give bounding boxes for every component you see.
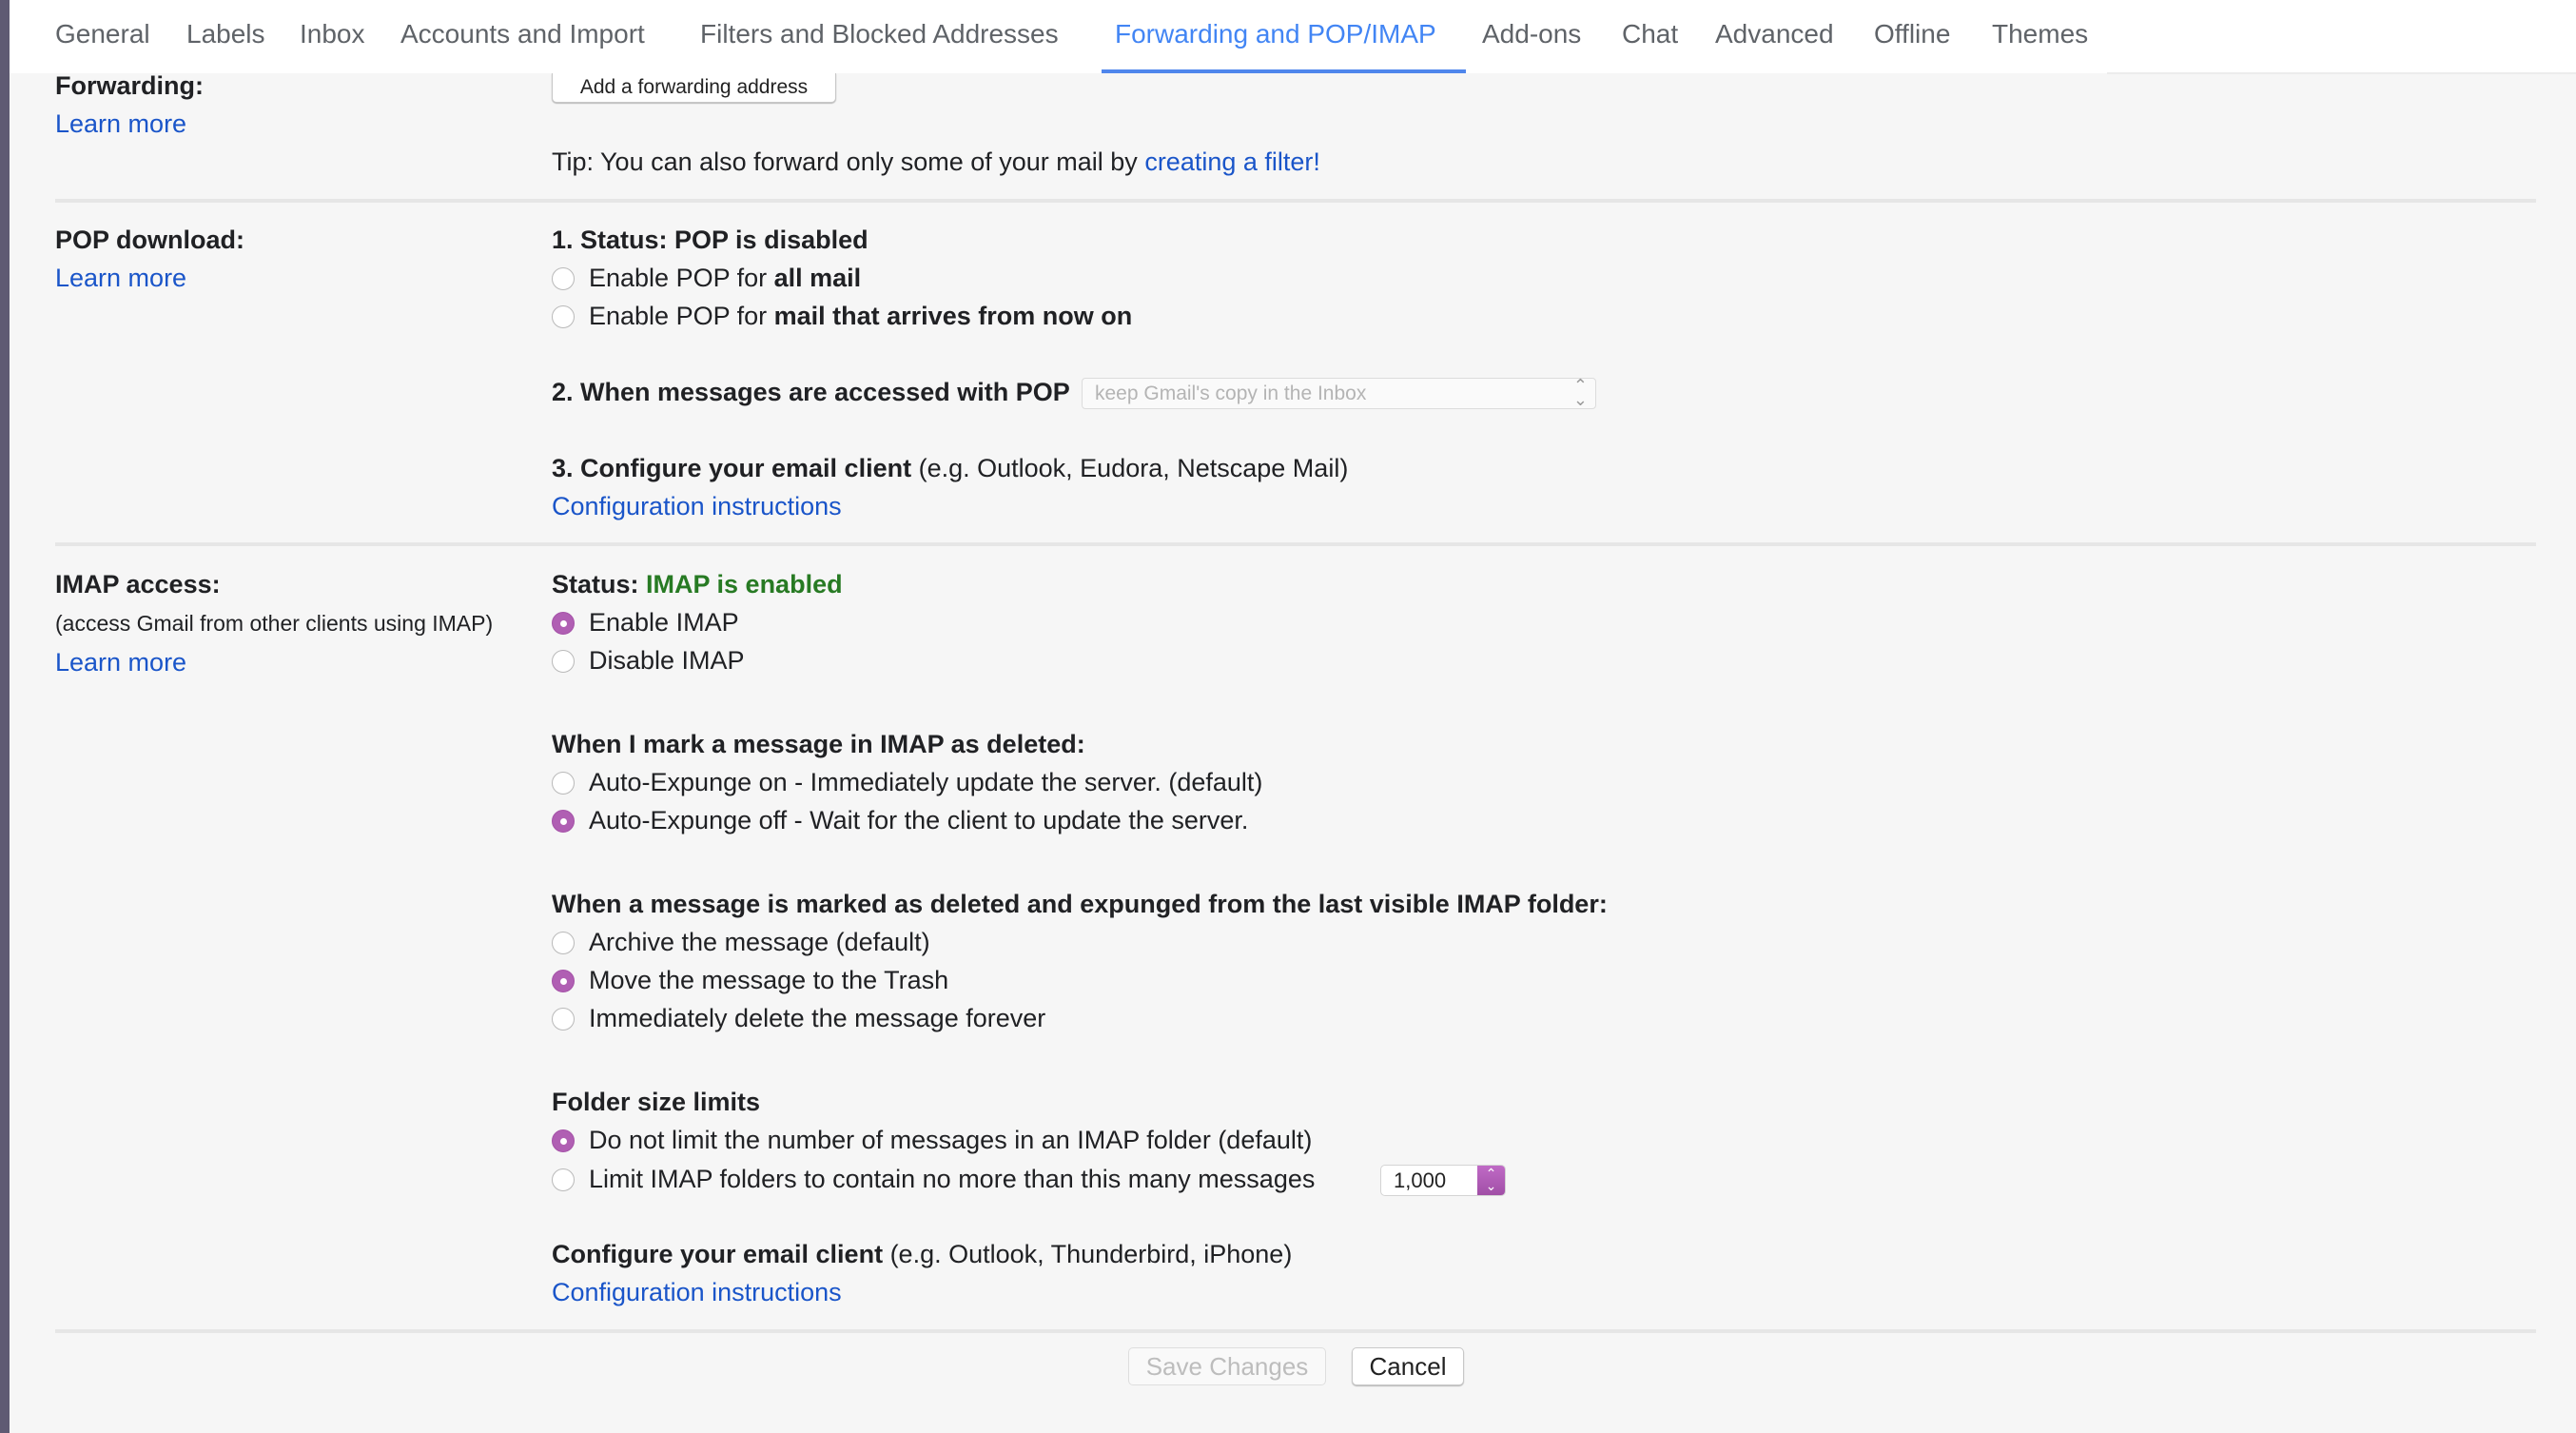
cancel-button[interactable]: Cancel bbox=[1352, 1347, 1464, 1385]
pop-configuration-instructions-link[interactable]: Configuration instructions bbox=[552, 492, 842, 521]
move-to-trash-label[interactable]: Move the message to the Trash bbox=[589, 966, 948, 995]
delete-forever-radio[interactable] bbox=[552, 1008, 575, 1031]
tab-add-ons[interactable]: Add-ons bbox=[1482, 19, 1581, 49]
configure-bold: 3. Configure your email client bbox=[552, 454, 912, 482]
archive-message-label[interactable]: Archive the message (default) bbox=[589, 928, 930, 957]
pop-access-select-value: keep Gmail's copy in the Inbox bbox=[1095, 383, 1367, 404]
tab-inbox[interactable]: Inbox bbox=[300, 19, 365, 49]
no-limit-label[interactable]: Do not limit the number of messages in a… bbox=[589, 1126, 1312, 1155]
tip-text: Tip: You can also forward only some of y… bbox=[552, 147, 1145, 176]
limit-folders-label[interactable]: Limit IMAP folders to contain no more th… bbox=[589, 1165, 1315, 1194]
forwarding-learn-more-link[interactable]: Learn more bbox=[55, 109, 186, 139]
imap-configure-client: Configure your email client (e.g. Outloo… bbox=[552, 1240, 1292, 1269]
tab-accounts-and-import[interactable]: Accounts and Import bbox=[400, 19, 645, 49]
folder-limit-value: 1,000 bbox=[1394, 1168, 1447, 1192]
option-prefix: Enable POP for bbox=[589, 302, 774, 330]
pop-status: 1. Status: POP is disabled bbox=[552, 226, 868, 254]
select-updown-icon: ⌃ ⌄ bbox=[1572, 376, 1588, 409]
section-divider bbox=[55, 199, 2536, 203]
move-to-trash-radio[interactable] bbox=[552, 970, 575, 992]
pop-from-now-label[interactable]: Enable POP for mail that arrives from no… bbox=[589, 302, 1132, 331]
section-divider bbox=[55, 542, 2536, 546]
configure-examples: (e.g. Outlook, Thunderbird, iPhone) bbox=[883, 1240, 1293, 1268]
header-filler bbox=[2107, 0, 2576, 74]
add-forwarding-address-button[interactable]: Add a forwarding address bbox=[552, 73, 836, 103]
enable-imap-radio[interactable] bbox=[552, 612, 575, 635]
forwarding-tip: Tip: You can also forward only some of y… bbox=[552, 147, 1320, 177]
pop-all-mail-label[interactable]: Enable POP for all mail bbox=[589, 264, 861, 293]
option-bold: mail that arrives from now on bbox=[773, 302, 1133, 330]
imap-status-value: IMAP is enabled bbox=[646, 570, 843, 599]
imap-status-label: Status: bbox=[552, 570, 647, 599]
auto-expunge-off-label[interactable]: Auto-Expunge off - Wait for the client t… bbox=[589, 806, 1248, 835]
tab-offline[interactable]: Offline bbox=[1874, 19, 1950, 49]
pop-all-mail-radio[interactable] bbox=[552, 267, 575, 290]
auto-expunge-on-label[interactable]: Auto-Expunge on - Immediately update the… bbox=[589, 768, 1262, 797]
limit-folders-radio[interactable] bbox=[552, 1168, 575, 1191]
pop-download-label: POP download: bbox=[55, 226, 245, 254]
imap-expunged-heading: When a message is marked as deleted and … bbox=[552, 890, 1608, 918]
tab-filters-and-blocked-addresses[interactable]: Filters and Blocked Addresses bbox=[700, 19, 1059, 49]
pop-access-label: 2. When messages are accessed with POP bbox=[552, 378, 1070, 406]
tab-advanced[interactable]: Advanced bbox=[1715, 19, 1834, 49]
imap-status: Status: IMAP is enabled bbox=[552, 570, 843, 599]
pop-configure-client: 3. Configure your email client (e.g. Out… bbox=[552, 454, 1348, 483]
imap-configuration-instructions-link[interactable]: Configuration instructions bbox=[552, 1278, 842, 1307]
pop-access-select[interactable]: keep Gmail's copy in the Inbox ⌃ ⌄ bbox=[1082, 376, 1596, 409]
disable-imap-label[interactable]: Disable IMAP bbox=[589, 646, 745, 676]
delete-forever-label[interactable]: Immediately delete the message forever bbox=[589, 1004, 1045, 1033]
disable-imap-radio[interactable] bbox=[552, 650, 575, 673]
imap-deleted-heading: When I mark a message in IMAP as deleted… bbox=[552, 730, 1085, 758]
configure-examples: (e.g. Outlook, Eudora, Netscape Mail) bbox=[911, 454, 1349, 482]
no-limit-radio[interactable] bbox=[552, 1129, 575, 1152]
imap-access-label: IMAP access: bbox=[55, 570, 221, 599]
tab-general[interactable]: General bbox=[55, 19, 150, 49]
active-tab-indicator bbox=[1102, 69, 1466, 73]
section-divider bbox=[55, 1329, 2536, 1333]
configure-bold: Configure your email client bbox=[552, 1240, 884, 1268]
enable-imap-label[interactable]: Enable IMAP bbox=[589, 608, 739, 638]
save-changes-button[interactable]: Save Changes bbox=[1128, 1347, 1326, 1385]
imap-subtitle: (access Gmail from other clients using I… bbox=[55, 611, 494, 636]
auto-expunge-on-radio[interactable] bbox=[552, 772, 575, 795]
creating-filter-link[interactable]: creating a filter! bbox=[1144, 147, 1320, 176]
tab-labels[interactable]: Labels bbox=[186, 19, 265, 49]
auto-expunge-off-radio[interactable] bbox=[552, 810, 575, 833]
forwarding-label: Forwarding: bbox=[55, 71, 204, 100]
archive-message-radio[interactable] bbox=[552, 932, 575, 954]
window-edge bbox=[0, 0, 10, 1433]
folder-limit-select[interactable]: 1,000 ⌃ ⌄ bbox=[1380, 1165, 1506, 1196]
tab-chat[interactable]: Chat bbox=[1622, 19, 1678, 49]
pop-from-now-radio[interactable] bbox=[552, 305, 575, 328]
folder-size-heading: Folder size limits bbox=[552, 1088, 761, 1116]
imap-learn-more-link[interactable]: Learn more bbox=[55, 648, 186, 677]
pop-learn-more-link[interactable]: Learn more bbox=[55, 264, 186, 293]
option-bold: all mail bbox=[773, 264, 862, 292]
select-updown-icon: ⌃ ⌄ bbox=[1477, 1166, 1505, 1195]
tab-forwarding-pop-imap[interactable]: Forwarding and POP/IMAP bbox=[1115, 19, 1436, 49]
tab-themes[interactable]: Themes bbox=[1992, 19, 2088, 49]
option-prefix: Enable POP for bbox=[589, 264, 774, 292]
